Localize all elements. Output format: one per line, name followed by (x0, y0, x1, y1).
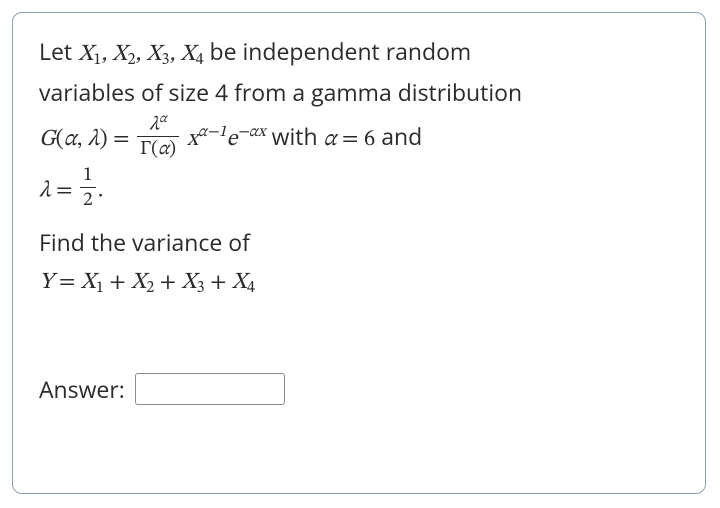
half-num: 1 (80, 165, 96, 188)
x-term: x (187, 128, 198, 151)
g-func: G(α, λ) = (39, 128, 135, 151)
answer-row: Answer: (39, 373, 679, 405)
gamma-arg: α (158, 139, 169, 159)
text-let: Let (39, 35, 78, 67)
problem-line-2: variables of size 4 from a gamma distrib… (39, 76, 679, 109)
half-den: 2 (80, 188, 96, 212)
lambda-period: . (98, 180, 104, 203)
fraction-half: 1 2 (80, 165, 96, 212)
y-equation: Y = X1 + X2 + X3 + X4 (39, 263, 679, 300)
e-term: e (227, 128, 238, 151)
gamma-close: ) (169, 139, 176, 159)
question-card: Let X1, X2, X3, X4 be independent random… (12, 12, 706, 494)
gamma-open: Γ( (140, 139, 158, 159)
alpha-eq: α = 6 (324, 128, 376, 151)
text-intro-c: variables of size 4 from a gamma distrib… (39, 76, 522, 108)
text-intro-b: be independent random (204, 35, 472, 67)
lambda-eq: λ = (39, 180, 78, 203)
answer-input[interactable] (135, 373, 285, 405)
var-list: X1, X2, X3, X4 (78, 43, 203, 66)
text-and: and (375, 120, 422, 152)
frac-num-sup: α (159, 113, 167, 126)
problem-line-3: G(α, λ) = λα Γ(α) xα−1e−αx with α = 6 an… (39, 114, 679, 163)
problem-line-4: λ = 1 2 . (39, 167, 679, 214)
text-with: with (272, 120, 324, 152)
x-exp: α−1 (198, 124, 227, 140)
e-exp: −αx (237, 124, 265, 140)
problem-line-1: Let X1, X2, X3, X4 be independent random (39, 35, 679, 72)
fraction-lambda-gamma: λα Γ(α) (137, 112, 179, 161)
answer-label: Answer: (39, 373, 125, 405)
find-text: Find the variance of (39, 226, 679, 259)
